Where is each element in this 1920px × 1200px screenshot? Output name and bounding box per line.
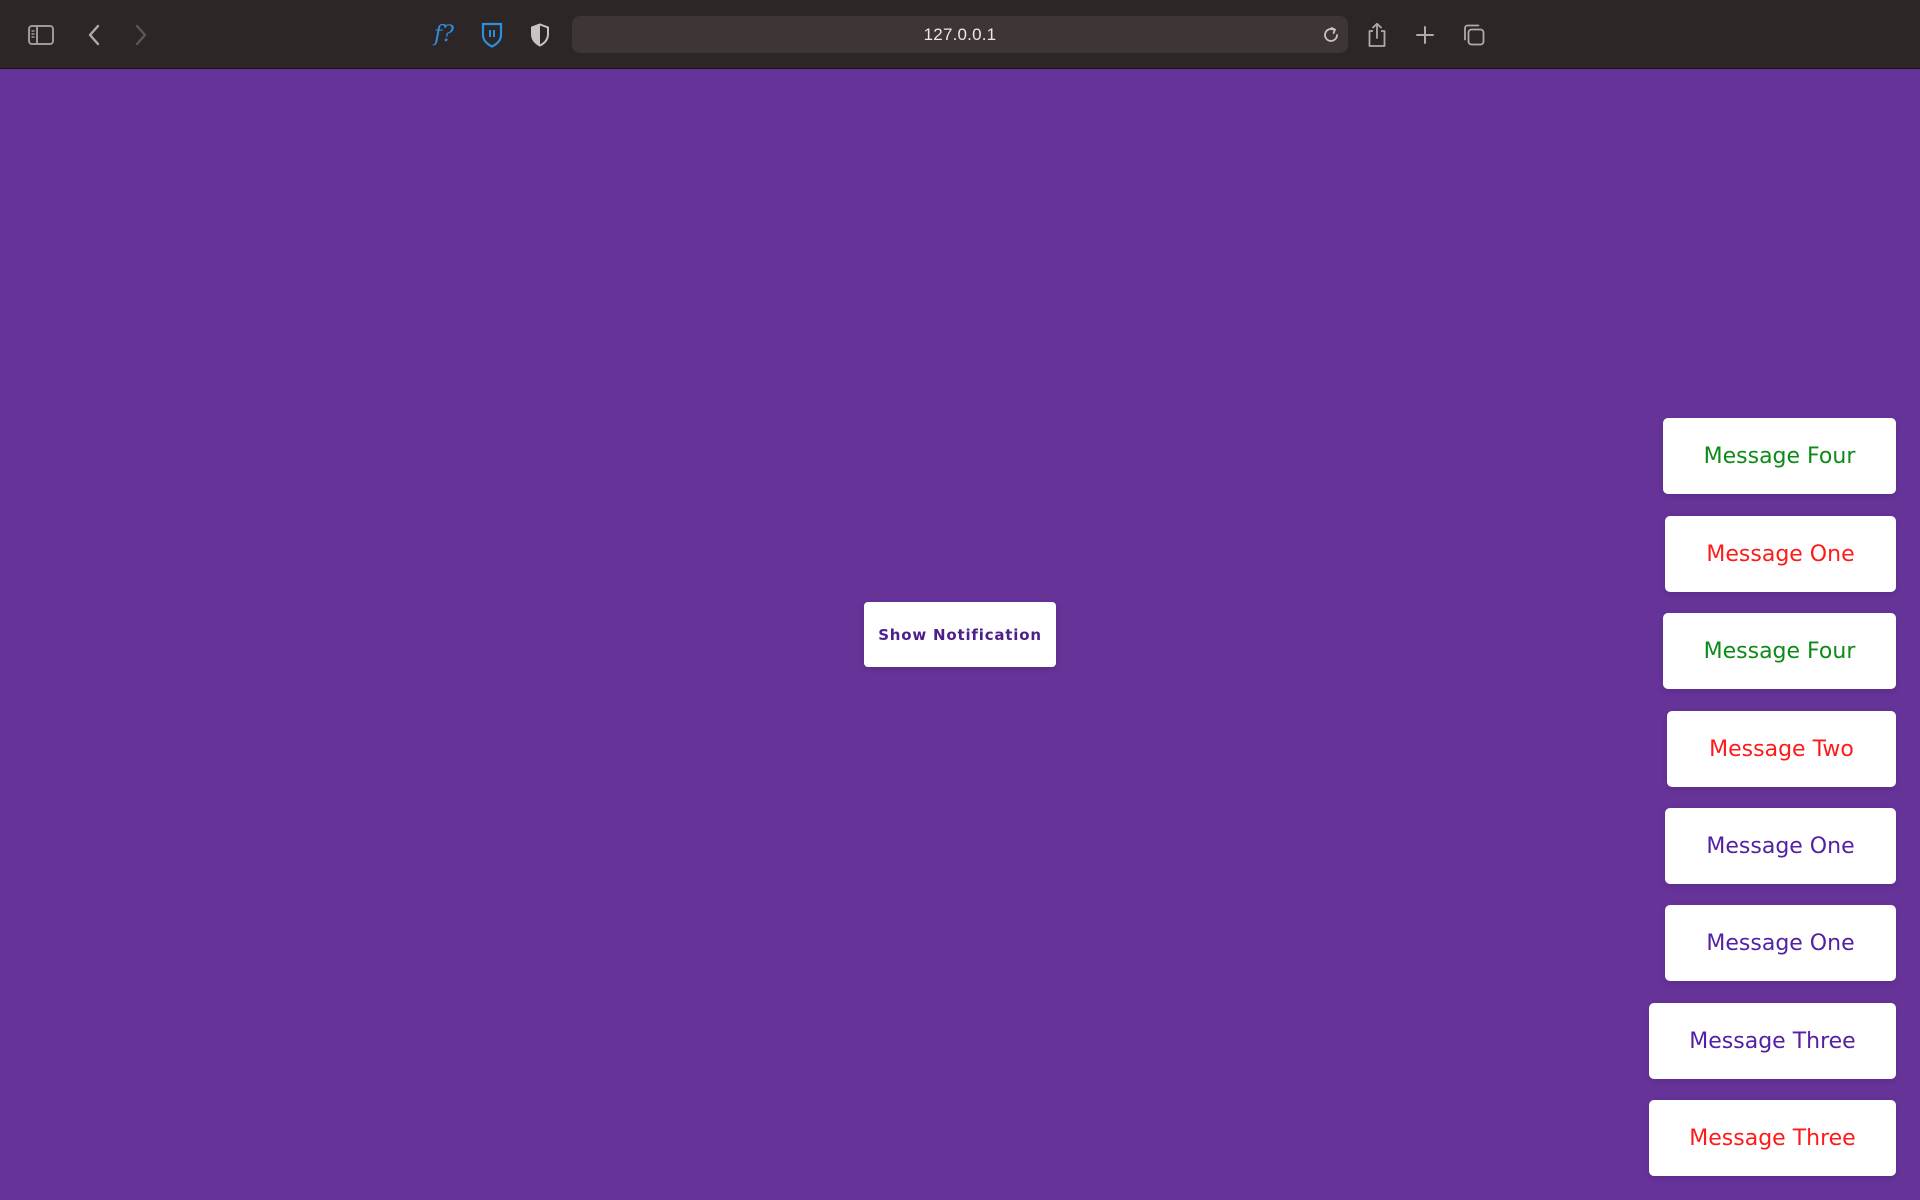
notification-toast[interactable]: Message One xyxy=(1665,808,1896,884)
notification-toast[interactable]: Message Three xyxy=(1649,1003,1896,1079)
notification-toast[interactable]: Message Two xyxy=(1667,711,1896,787)
share-icon[interactable] xyxy=(1364,0,1390,69)
notification-toast[interactable]: Message One xyxy=(1665,516,1896,592)
bitwarden-icon[interactable] xyxy=(478,0,506,69)
notification-text: Message Two xyxy=(1709,736,1854,762)
notification-text: Message One xyxy=(1706,833,1855,859)
show-notification-button[interactable]: Show Notification xyxy=(864,602,1056,667)
fakespot-icon[interactable]: f? xyxy=(428,0,460,69)
notification-text: Message One xyxy=(1706,541,1855,567)
tabs-overview-icon[interactable] xyxy=(1460,0,1488,69)
privacy-shield-icon[interactable] xyxy=(528,0,552,69)
notification-text: Message Four xyxy=(1703,638,1856,664)
notification-text: Message Three xyxy=(1689,1028,1856,1054)
forward-icon[interactable] xyxy=(131,0,151,69)
notification-text: Message Three xyxy=(1689,1125,1856,1151)
back-icon[interactable] xyxy=(84,0,104,69)
reload-icon[interactable] xyxy=(1322,16,1340,53)
notification-text: Message Four xyxy=(1703,443,1856,469)
new-tab-icon[interactable] xyxy=(1412,0,1438,69)
address-bar[interactable]: 127.0.0.1 xyxy=(572,16,1348,53)
address-url: 127.0.0.1 xyxy=(923,24,997,44)
browser-toolbar: f? 127.0.0.1 xyxy=(0,0,1920,69)
notification-text: Message One xyxy=(1706,930,1855,956)
notification-toast[interactable]: Message One xyxy=(1665,905,1896,981)
notification-toast[interactable]: Message Four xyxy=(1663,613,1896,689)
fakespot-label: f? xyxy=(434,22,454,47)
notification-toast[interactable]: Message Three xyxy=(1649,1100,1896,1176)
sidebar-icon[interactable] xyxy=(26,0,56,69)
notification-toast[interactable]: Message Four xyxy=(1663,418,1896,494)
